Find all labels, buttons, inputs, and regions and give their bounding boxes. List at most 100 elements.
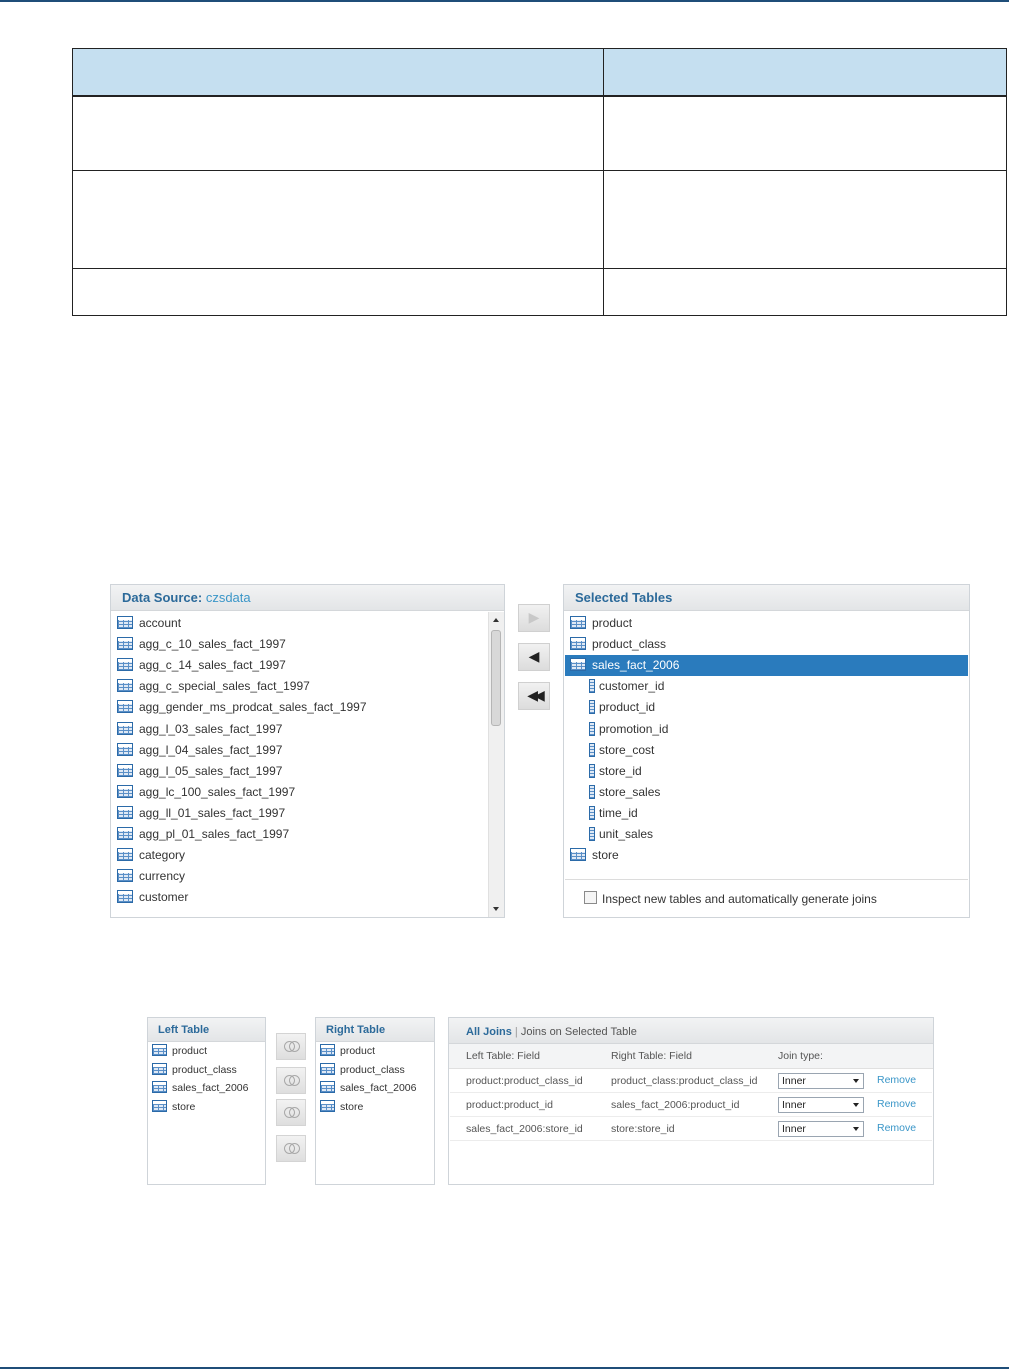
source-table-item[interactable]: agg_c_14_sales_fact_1997 bbox=[117, 655, 286, 676]
right-table-header: Right Table bbox=[316, 1018, 434, 1042]
selected-table-item[interactable]: product_class bbox=[570, 634, 666, 655]
table-icon bbox=[117, 721, 133, 735]
left-outer-join-button[interactable] bbox=[276, 1067, 306, 1094]
table-icon bbox=[117, 784, 133, 798]
item-label: agg_lc_100_sales_fact_1997 bbox=[139, 784, 296, 799]
left-table-item[interactable]: product_class bbox=[152, 1061, 237, 1080]
column-item[interactable]: store_id bbox=[589, 761, 642, 782]
document-table-header bbox=[73, 49, 1006, 97]
source-table-item[interactable]: agg_l_05_sales_fact_1997 bbox=[117, 761, 282, 782]
scroll-down-icon[interactable] bbox=[493, 907, 499, 911]
item-label: agg_c_special_sales_fact_1997 bbox=[139, 679, 310, 694]
table-icon bbox=[152, 1062, 167, 1075]
remove-join-link[interactable]: Remove bbox=[877, 1074, 916, 1086]
join-row: product:product_class_id product_class:pr… bbox=[449, 1073, 933, 1097]
source-table-item[interactable]: agg_gender_ms_prodcat_sales_fact_1997 bbox=[117, 697, 367, 718]
selected-table-item[interactable]: sales_fact_2006 bbox=[570, 655, 679, 676]
row-divider bbox=[450, 1140, 932, 1141]
inner-join-button[interactable] bbox=[276, 1033, 306, 1060]
column-header-left-field: Left Table: Field bbox=[466, 1050, 540, 1062]
source-table-item[interactable]: agg_lc_100_sales_fact_1997 bbox=[117, 782, 295, 803]
source-table-item[interactable]: agg_l_04_sales_fact_1997 bbox=[117, 740, 282, 761]
join-type-value: Inner bbox=[782, 1123, 806, 1135]
table-icon bbox=[570, 637, 586, 651]
remove-all-tables-button[interactable]: ◀◀ bbox=[518, 682, 550, 710]
right-table-item[interactable]: product_class bbox=[320, 1061, 405, 1080]
joins-column-header: Left Table: Field Right Table: Field Joi… bbox=[449, 1044, 933, 1069]
item-label: agg_ll_01_sales_fact_1997 bbox=[139, 805, 286, 820]
item-label: agg_l_04_sales_fact_1997 bbox=[139, 742, 283, 757]
venn-icon bbox=[289, 1041, 300, 1052]
join-type-select[interactable]: Inner bbox=[778, 1121, 864, 1137]
join-left-field: product:product_id bbox=[466, 1099, 553, 1111]
full-outer-join-button[interactable] bbox=[276, 1135, 306, 1162]
column-item[interactable]: promotion_id bbox=[589, 719, 668, 740]
remove-join-link[interactable]: Remove bbox=[877, 1098, 916, 1110]
source-table-item[interactable]: agg_pl_01_sales_fact_1997 bbox=[117, 824, 289, 845]
column-item[interactable]: product_id bbox=[589, 697, 655, 718]
join-type-value: Inner bbox=[782, 1075, 806, 1087]
column-item[interactable]: customer_id bbox=[589, 676, 664, 697]
joins-tabs: All Joins | Joins on Selected Table bbox=[449, 1018, 933, 1044]
right-table-item[interactable]: product bbox=[320, 1042, 375, 1061]
join-row: sales_fact_2006:store_id store:store_id In… bbox=[449, 1121, 933, 1145]
scroll-up-icon[interactable] bbox=[493, 618, 499, 622]
table-icon bbox=[117, 700, 133, 714]
join-type-select[interactable]: Inner bbox=[778, 1097, 864, 1113]
arrow-right-icon: ▶ bbox=[528, 610, 540, 626]
column-item[interactable]: time_id bbox=[589, 803, 638, 824]
tab-all-joins[interactable]: All Joins bbox=[466, 1026, 512, 1038]
table-column-divider bbox=[603, 49, 604, 315]
selected-table-item[interactable]: store bbox=[570, 845, 619, 866]
left-table-item[interactable]: store bbox=[152, 1098, 195, 1117]
row-divider bbox=[450, 1092, 932, 1093]
item-label: customer bbox=[139, 890, 189, 905]
selected-table-item[interactable]: product bbox=[570, 613, 632, 634]
item-label: agg_pl_01_sales_fact_1997 bbox=[139, 827, 290, 841]
join-type-select[interactable]: Inner bbox=[778, 1073, 864, 1089]
tab-separator: | bbox=[511, 1026, 521, 1038]
join-row: product:product_id sales_fact_2006:produc… bbox=[449, 1097, 933, 1121]
column-icon bbox=[589, 805, 595, 820]
add-table-button[interactable]: ▶ bbox=[518, 604, 550, 632]
inspect-checkbox[interactable] bbox=[584, 891, 597, 904]
source-table-item[interactable]: currency bbox=[117, 866, 185, 887]
tab-joins-on-selected[interactable]: Joins on Selected Table bbox=[521, 1026, 637, 1038]
left-table-panel: Left Table product product_class sales_fac… bbox=[147, 1017, 266, 1185]
source-table-item[interactable]: agg_c_10_sales_fact_1997 bbox=[117, 634, 286, 655]
column-icon bbox=[589, 827, 595, 841]
source-table-item[interactable]: customer bbox=[117, 887, 188, 908]
arrow-left-icon: ◀ bbox=[528, 649, 540, 665]
item-label: account bbox=[139, 616, 182, 630]
inspect-option[interactable]: Inspect new tables and automatically gen… bbox=[584, 891, 877, 906]
item-label: time_id bbox=[599, 805, 638, 820]
table-icon bbox=[152, 1081, 167, 1094]
item-label: store bbox=[592, 848, 619, 863]
left-table-item[interactable]: sales_fact_2006 bbox=[152, 1079, 248, 1098]
source-table-item[interactable]: account bbox=[117, 613, 181, 634]
source-table-item[interactable]: agg_l_03_sales_fact_1997 bbox=[117, 719, 282, 740]
data-source-scrollbar[interactable] bbox=[488, 612, 504, 917]
divider bbox=[565, 879, 968, 880]
right-table-item[interactable]: sales_fact_2006 bbox=[320, 1079, 416, 1098]
remove-join-link[interactable]: Remove bbox=[877, 1122, 916, 1134]
column-item[interactable]: unit_sales bbox=[589, 824, 653, 845]
column-item[interactable]: store_sales bbox=[589, 782, 660, 803]
source-table-item[interactable]: agg_c_special_sales_fact_1997 bbox=[117, 676, 310, 697]
chevron-down-icon bbox=[853, 1103, 859, 1107]
table-icon bbox=[117, 763, 133, 777]
right-table-panel: Right Table product product_class sales_fa… bbox=[315, 1017, 435, 1185]
right-outer-join-button[interactable] bbox=[276, 1099, 306, 1126]
source-table-item[interactable]: agg_ll_01_sales_fact_1997 bbox=[117, 803, 285, 824]
scroll-thumb[interactable] bbox=[491, 630, 501, 726]
remove-table-button[interactable]: ◀ bbox=[518, 643, 550, 671]
data-source-name[interactable]: czsdata bbox=[206, 590, 251, 605]
source-table-item[interactable]: category bbox=[117, 845, 185, 866]
selected-tables-header: Selected Tables bbox=[564, 585, 969, 611]
selected-table-highlight[interactable]: sales_fact_2006 bbox=[565, 654, 968, 676]
column-item[interactable]: store_cost bbox=[589, 740, 654, 761]
item-label: product_class bbox=[592, 637, 667, 652]
item-label: agg_l_03_sales_fact_1997 bbox=[139, 721, 283, 736]
right-table-item[interactable]: store bbox=[320, 1098, 363, 1117]
left-table-item[interactable]: product bbox=[152, 1042, 207, 1061]
